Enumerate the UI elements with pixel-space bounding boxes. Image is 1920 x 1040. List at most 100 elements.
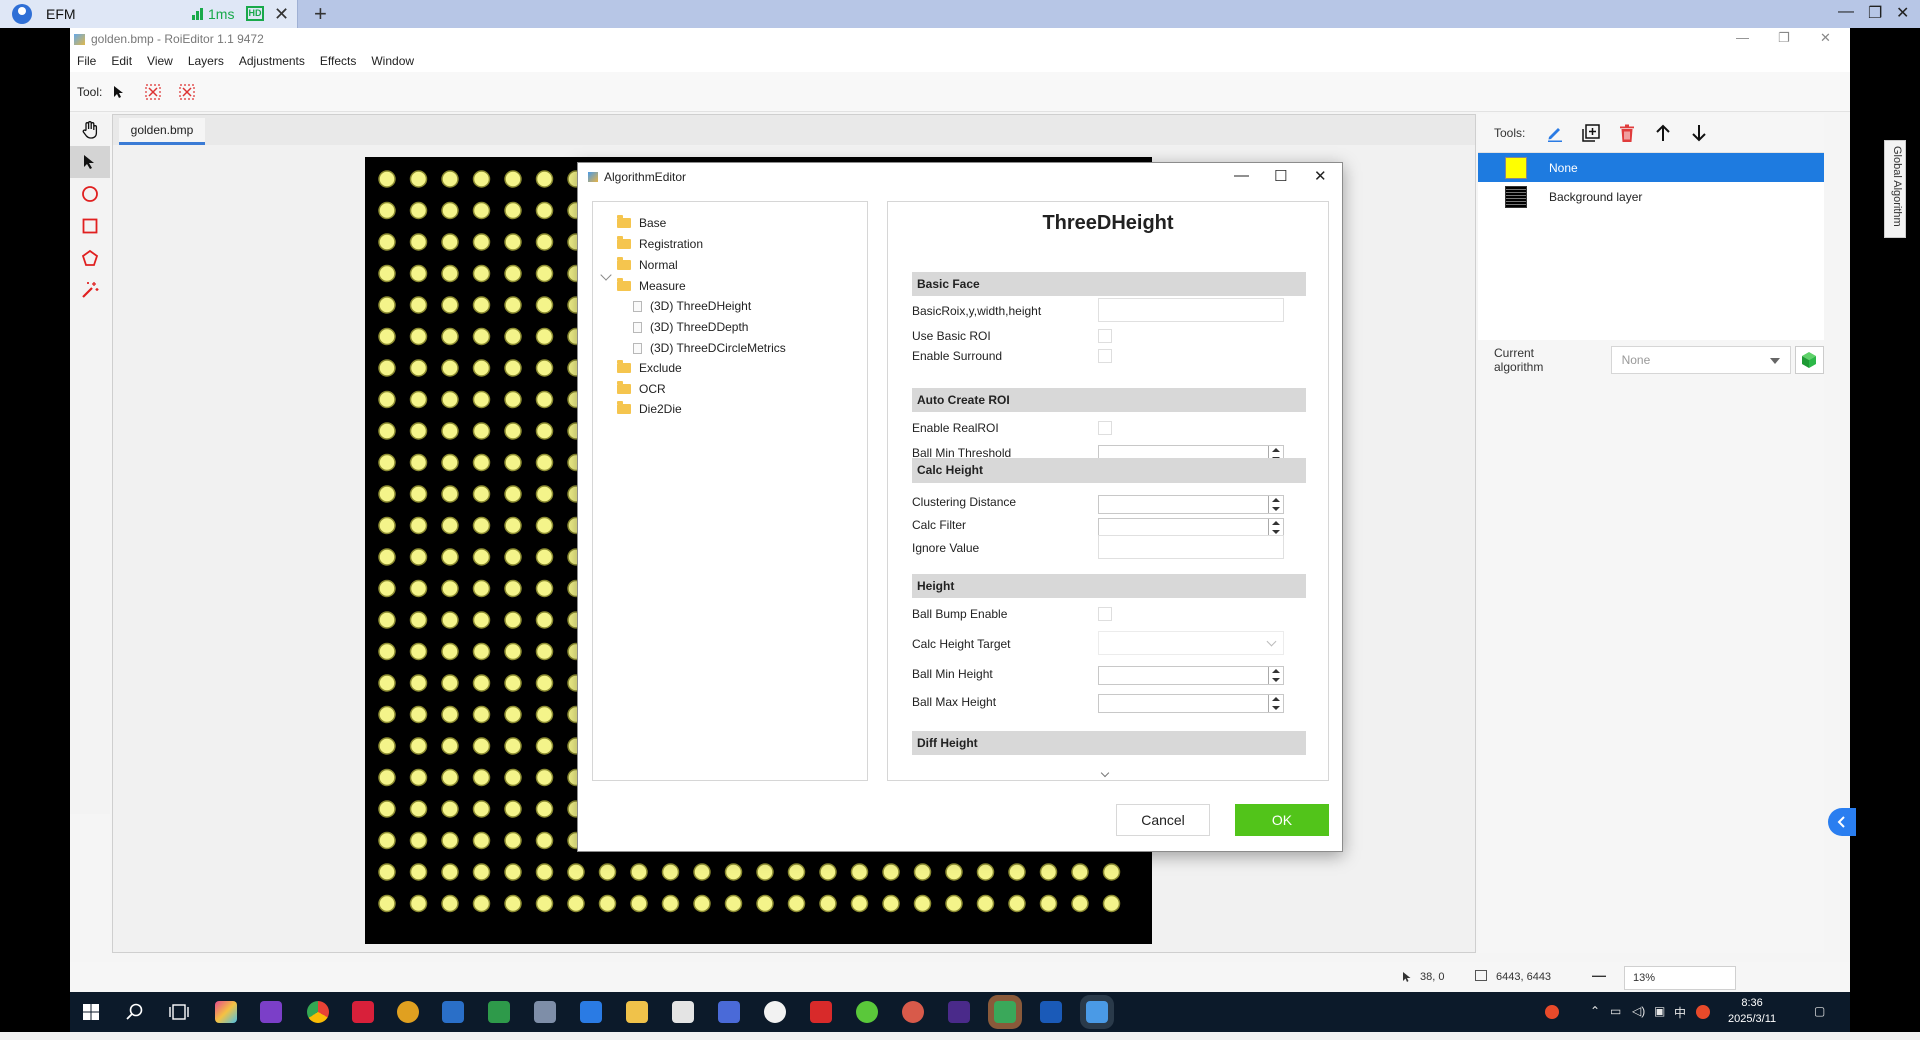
- app-icon[interactable]: [764, 1001, 786, 1023]
- hand-tool[interactable]: [70, 114, 110, 146]
- current-algorithm-select[interactable]: None: [1610, 346, 1791, 374]
- tree-folder-exclude[interactable]: Exclude: [617, 360, 682, 375]
- calc-height-target-select[interactable]: [1098, 631, 1284, 655]
- sogou-tray-icon[interactable]: [1696, 1005, 1710, 1019]
- menu-window[interactable]: Window: [371, 54, 414, 68]
- viewer-close-icon[interactable]: ✕: [1896, 3, 1909, 23]
- spin-arrows-icon[interactable]: [1268, 667, 1283, 684]
- network-icon[interactable]: ▭: [1610, 1004, 1621, 1018]
- global-algorithm-tab[interactable]: Global Algorithm: [1884, 140, 1906, 238]
- tree-folder-base[interactable]: Base: [617, 215, 666, 230]
- layer-item[interactable]: Background layer: [1478, 182, 1824, 211]
- clear-all-icon[interactable]: [176, 81, 198, 103]
- app-icon[interactable]: [352, 1001, 374, 1023]
- search-icon[interactable]: [124, 1001, 146, 1023]
- new-tab-icon[interactable]: +: [314, 1, 327, 27]
- app-icon[interactable]: [397, 1001, 419, 1023]
- document-tab[interactable]: golden.bmp: [119, 118, 205, 145]
- app-icon[interactable]: [672, 1001, 694, 1023]
- window-restore-icon[interactable]: ❐: [1778, 30, 1790, 46]
- visual-studio-icon[interactable]: [260, 1001, 282, 1023]
- notifications-icon[interactable]: ▢: [1814, 1004, 1825, 1018]
- clear-selection-icon[interactable]: [142, 81, 164, 103]
- app-icon[interactable]: [718, 1001, 740, 1023]
- ignore-value-input[interactable]: [1098, 535, 1284, 559]
- window-close-icon[interactable]: ✕: [1820, 30, 1831, 46]
- ball-max-height-spinbox[interactable]: [1098, 694, 1284, 713]
- volume-icon[interactable]: ◁): [1632, 1004, 1645, 1018]
- menu-view[interactable]: View: [147, 54, 173, 68]
- enable-surround-checkbox[interactable]: [1098, 349, 1112, 363]
- move-layer-down-button[interactable]: [1681, 118, 1717, 148]
- select-tool[interactable]: [70, 146, 110, 178]
- menu-layers[interactable]: Layers: [188, 54, 224, 68]
- tray-chevron-icon[interactable]: ⌃: [1590, 1004, 1600, 1018]
- ball-bump-enable-checkbox[interactable]: [1098, 607, 1112, 621]
- clustering-distance-spinbox[interactable]: [1098, 495, 1284, 514]
- move-layer-up-button[interactable]: [1645, 118, 1681, 148]
- enable-real-roi-checkbox[interactable]: [1098, 421, 1112, 435]
- dialog-minimize-icon[interactable]: —: [1234, 167, 1249, 184]
- tree-item-threedcirclemetrics[interactable]: (3D) ThreeDCircleMetrics: [633, 341, 786, 355]
- dialog-maximize-icon[interactable]: ☐: [1274, 167, 1287, 185]
- app-icon[interactable]: [994, 1001, 1016, 1023]
- app-icon[interactable]: [215, 1001, 237, 1023]
- ellipse-tool[interactable]: [70, 178, 110, 210]
- menu-file[interactable]: File: [77, 54, 96, 68]
- tree-item-threeddepth[interactable]: (3D) ThreeDDepth: [633, 320, 748, 334]
- app-icon[interactable]: [1040, 1001, 1062, 1023]
- pointer-icon[interactable]: [108, 81, 130, 103]
- explorer-icon[interactable]: [626, 1001, 648, 1023]
- close-session-icon[interactable]: ✕: [274, 4, 289, 25]
- ball-min-height-spinbox[interactable]: [1098, 666, 1284, 685]
- wps-icon[interactable]: [810, 1001, 832, 1023]
- spin-arrows-icon[interactable]: [1268, 695, 1283, 712]
- viewer-restore-icon[interactable]: ❐: [1868, 3, 1882, 23]
- use-basic-roi-checkbox[interactable]: [1098, 329, 1112, 343]
- ok-button[interactable]: OK: [1235, 804, 1329, 836]
- menu-adjustments[interactable]: Adjustments: [239, 54, 305, 68]
- tree-folder-die2die[interactable]: Die2Die: [617, 401, 682, 416]
- tree-folder-measure[interactable]: Measure: [617, 278, 686, 293]
- rectangle-tool[interactable]: [70, 210, 110, 242]
- tray-window-icon[interactable]: ▣: [1654, 1004, 1665, 1018]
- zoom-out-icon[interactable]: —: [1592, 967, 1606, 983]
- chrome-icon[interactable]: [307, 1001, 329, 1023]
- layer-item[interactable]: None: [1478, 153, 1824, 182]
- app-icon[interactable]: [488, 1001, 510, 1023]
- viewer-minimize-icon[interactable]: —: [1838, 3, 1854, 21]
- task-view-icon[interactable]: [168, 1001, 190, 1023]
- side-collapse-button[interactable]: [1828, 808, 1856, 836]
- basic-roi-input[interactable]: [1098, 298, 1284, 322]
- add-layer-button[interactable]: [1573, 118, 1609, 148]
- sogou-ime-icon[interactable]: [1545, 1005, 1559, 1019]
- remote-session-tab[interactable]: EFM 1ms HD ✕: [0, 0, 298, 28]
- menu-effects[interactable]: Effects: [320, 54, 356, 68]
- tree-folder-registration[interactable]: Registration: [617, 236, 703, 251]
- app-icon[interactable]: [580, 1001, 602, 1023]
- spin-arrows-icon[interactable]: [1268, 496, 1283, 513]
- tree-folder-normal[interactable]: Normal: [617, 257, 678, 272]
- app-icon[interactable]: [902, 1001, 924, 1023]
- polygon-tool[interactable]: [70, 242, 110, 274]
- dialog-close-icon[interactable]: ✕: [1314, 167, 1327, 185]
- hd-badge[interactable]: HD: [246, 6, 264, 21]
- start-icon[interactable]: [80, 1001, 102, 1023]
- app-icon[interactable]: [948, 1001, 970, 1023]
- magic-wand-tool[interactable]: [70, 274, 110, 306]
- spin-arrows-icon[interactable]: [1268, 519, 1283, 536]
- clock[interactable]: 8:36 2025/3/11: [1728, 995, 1776, 1027]
- chevron-down-icon[interactable]: [600, 269, 612, 281]
- delete-layer-button[interactable]: [1609, 118, 1645, 148]
- app-icon[interactable]: [534, 1001, 556, 1023]
- cancel-button[interactable]: Cancel: [1116, 804, 1210, 836]
- edit-layer-button[interactable]: [1537, 118, 1573, 148]
- tree-folder-ocr[interactable]: OCR: [617, 381, 666, 396]
- ime-mode-label[interactable]: 中: [1674, 1004, 1686, 1021]
- roieditor-icon[interactable]: [1086, 1001, 1108, 1023]
- app-icon[interactable]: [442, 1001, 464, 1023]
- window-minimize-icon[interactable]: —: [1736, 30, 1749, 45]
- app-icon[interactable]: [856, 1001, 878, 1023]
- algorithm-editor-button[interactable]: [1794, 346, 1824, 374]
- zoom-field[interactable]: 13%: [1624, 966, 1736, 990]
